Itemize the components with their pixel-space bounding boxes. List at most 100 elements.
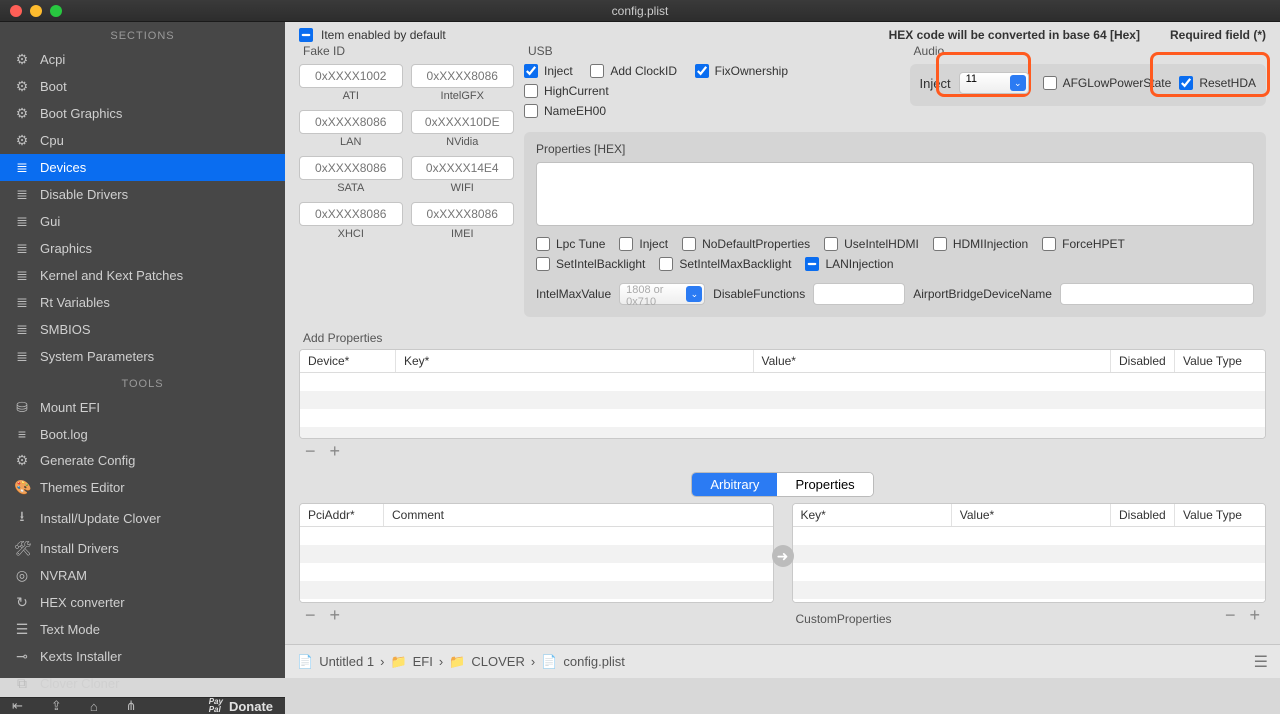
- pci-table[interactable]: PciAddr* Comment: [299, 503, 774, 603]
- add-pci-button[interactable]: +: [330, 605, 341, 626]
- col-value[interactable]: Value*: [754, 350, 1112, 372]
- col-key2[interactable]: Key*: [793, 504, 952, 526]
- sidebar-item-disable-drivers[interactable]: ≣Disable Drivers: [0, 181, 285, 208]
- sidebar-item-boot-graphics[interactable]: ⚙Boot Graphics: [0, 100, 285, 127]
- remove-custom-button[interactable]: −: [1225, 605, 1236, 626]
- fakeid-intelgfx-input[interactable]: [411, 64, 515, 88]
- col-value2[interactable]: Value*: [952, 504, 1111, 526]
- properties-textarea[interactable]: [536, 162, 1254, 226]
- import-icon[interactable]: ⇪: [51, 698, 62, 714]
- window-controls: [0, 5, 62, 17]
- flag-lpc tune-checkbox[interactable]: [536, 237, 550, 251]
- transfer-button[interactable]: ➜: [772, 545, 794, 567]
- bc-file[interactable]: config.plist: [563, 654, 624, 669]
- disablefn-input[interactable]: [813, 283, 905, 305]
- menu-icon[interactable]: ☰: [1254, 652, 1268, 672]
- sidebar-item-smbios[interactable]: ≣SMBIOS: [0, 316, 285, 343]
- col-key[interactable]: Key*: [396, 350, 754, 372]
- sidebar-item-rt-variables[interactable]: ≣Rt Variables: [0, 289, 285, 316]
- tab-arbitrary[interactable]: Arbitrary: [692, 473, 777, 496]
- fakeid-wifi-label: WIFI: [411, 182, 515, 194]
- sidebar-item-install-drivers[interactable]: 🛠Install Drivers: [0, 535, 285, 562]
- sidebar-item-devices[interactable]: ≣Devices: [0, 154, 285, 181]
- flag-nodefaultproperties-checkbox[interactable]: [682, 237, 696, 251]
- flag-setintelmaxbacklight-checkbox[interactable]: [659, 257, 673, 271]
- sidebar-item-nvram[interactable]: ◎NVRAM: [0, 562, 285, 589]
- bc-untitled[interactable]: Untitled 1: [319, 654, 374, 669]
- intelmax-select[interactable]: 1808 or 0x710⌄: [619, 283, 705, 305]
- sidebar-item-cpu[interactable]: ⚙Cpu: [0, 127, 285, 154]
- col-device[interactable]: Device*: [300, 350, 396, 372]
- bc-clover[interactable]: CLOVER: [471, 654, 524, 669]
- sidebar-item-acpi[interactable]: ⚙Acpi: [0, 46, 285, 73]
- flag-hdmiinjection-checkbox[interactable]: [933, 237, 947, 251]
- remove-pci-button[interactable]: −: [305, 605, 316, 626]
- usb-nameeh00-checkbox[interactable]: [524, 104, 538, 118]
- export-icon[interactable]: ⇤: [12, 698, 23, 714]
- disablefn-label: DisableFunctions: [713, 287, 805, 301]
- sidebar-item-boot.log[interactable]: ≡Boot.log: [0, 421, 285, 447]
- sidebar-item-mount-efi[interactable]: ⛁Mount EFI: [0, 394, 285, 421]
- usb-fixownership-checkbox[interactable]: [695, 64, 709, 78]
- maximize-icon[interactable]: [50, 5, 62, 17]
- minimize-icon[interactable]: [30, 5, 42, 17]
- usb-addclock-checkbox[interactable]: [590, 64, 604, 78]
- col-vtype[interactable]: Value Type: [1175, 350, 1265, 372]
- close-icon[interactable]: [10, 5, 22, 17]
- fakeid-imei-input[interactable]: [411, 202, 515, 226]
- add-custom-button[interactable]: +: [1249, 605, 1260, 626]
- tabs: Arbitrary Properties: [285, 466, 1280, 503]
- sidebar-item-system-parameters[interactable]: ≣System Parameters: [0, 343, 285, 370]
- fakeid-sata-input[interactable]: [299, 156, 403, 180]
- sidebar-item-hex-converter[interactable]: ↻HEX converter: [0, 589, 285, 616]
- audio-inject-select[interactable]: 11⌄: [959, 72, 1029, 94]
- item-enabled-checkbox[interactable]: [299, 28, 313, 42]
- fakeid-group: Fake ID ATIIntelGFXLANNVidiaSATAWIFIXHCI…: [299, 44, 514, 240]
- col-comment[interactable]: Comment: [384, 504, 773, 526]
- usb-highcurrent-checkbox[interactable]: [524, 84, 538, 98]
- fakeid-wifi-input[interactable]: [411, 156, 515, 180]
- flag-forcehpet-checkbox[interactable]: [1042, 237, 1056, 251]
- sidebar-item-themes-editor[interactable]: 🎨Themes Editor: [0, 474, 285, 501]
- addprops-table[interactable]: Device* Key* Value* Disabled Value Type: [299, 349, 1266, 439]
- add-row-button[interactable]: +: [330, 441, 341, 462]
- sidebar-item-gui[interactable]: ≣Gui: [0, 208, 285, 235]
- fakeid-ati-input[interactable]: [299, 64, 403, 88]
- remove-row-button[interactable]: −: [305, 441, 316, 462]
- col-disabled2[interactable]: Disabled: [1111, 504, 1175, 526]
- fakeid-lan-input[interactable]: [299, 110, 403, 134]
- fakeid-xhci-input[interactable]: [299, 202, 403, 226]
- resethda-checkbox[interactable]: [1179, 76, 1193, 90]
- col-vtype2[interactable]: Value Type: [1175, 504, 1265, 526]
- sidebar-item-kernel-and-kext-patches[interactable]: ≣Kernel and Kext Patches: [0, 262, 285, 289]
- list-icon: ≣: [14, 348, 30, 365]
- sidebar-item-kexts-installer[interactable]: ⊸Kexts Installer: [0, 643, 285, 670]
- flag-useintelhdmi-checkbox[interactable]: [824, 237, 838, 251]
- fakeid-nvidia-input[interactable]: [411, 110, 515, 134]
- col-pciaddr[interactable]: PciAddr*: [300, 504, 384, 526]
- sidebar-item-install/update-clover[interactable]: ⭳Install/Update Clover: [0, 501, 285, 535]
- sidebar-item-clover-cloner[interactable]: ⧉Clover Cloner: [0, 670, 285, 697]
- home-icon[interactable]: ⌂: [90, 699, 98, 714]
- custom-table[interactable]: Key* Value* Disabled Value Type: [792, 503, 1267, 603]
- tab-properties[interactable]: Properties: [777, 473, 872, 496]
- flag-setintelbacklight-checkbox[interactable]: [536, 257, 550, 271]
- airport-input[interactable]: [1060, 283, 1254, 305]
- sidebar-item-graphics[interactable]: ≣Graphics: [0, 235, 285, 262]
- sidebar-item-generate-config[interactable]: ⚙Generate Config: [0, 447, 285, 474]
- usb-inject-checkbox[interactable]: [524, 64, 538, 78]
- bc-efi[interactable]: EFI: [413, 654, 433, 669]
- sidebar-item-text-mode[interactable]: ☰Text Mode: [0, 616, 285, 643]
- donate-button[interactable]: PayPal Donate: [209, 698, 273, 714]
- sidebar-item-boot[interactable]: ⚙Boot: [0, 73, 285, 100]
- flag-inject-checkbox[interactable]: [619, 237, 633, 251]
- required-hint: Required field (*): [1170, 28, 1266, 42]
- content: Item enabled by default HEX code will be…: [285, 22, 1280, 678]
- list-icon: ≣: [14, 213, 30, 230]
- usb-group: USB Inject Add ClockID FixOwnership High…: [524, 44, 892, 124]
- share-icon[interactable]: ⋔: [126, 698, 137, 714]
- wrench-icon: 🛠: [14, 540, 30, 557]
- afg-checkbox[interactable]: [1043, 76, 1057, 90]
- col-disabled[interactable]: Disabled: [1111, 350, 1175, 372]
- flag-laninjection-checkbox[interactable]: [805, 257, 819, 271]
